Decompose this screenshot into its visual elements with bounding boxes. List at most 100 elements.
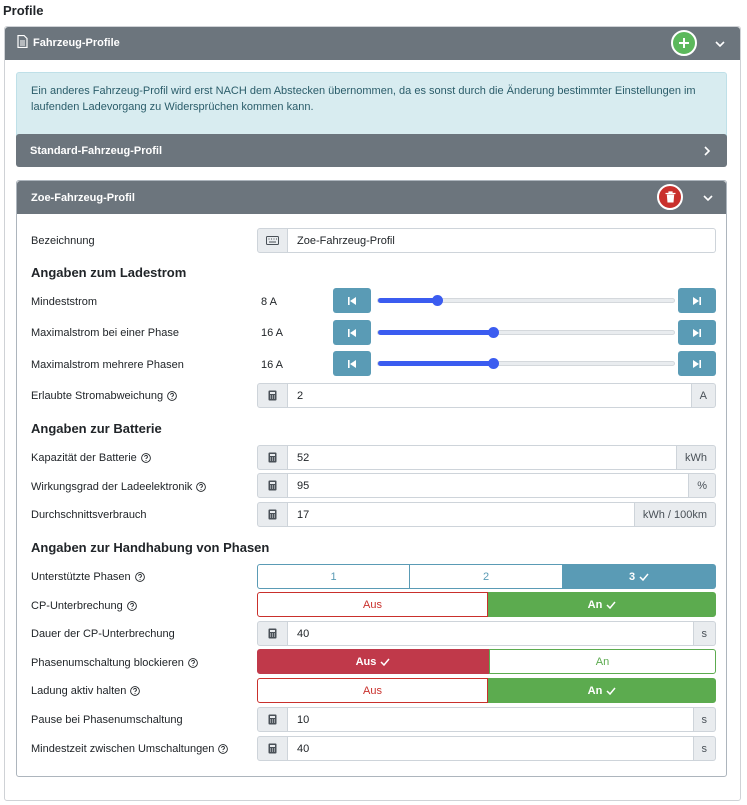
calculator-icon	[257, 621, 288, 646]
stromabweichung-input[interactable]: 2	[288, 383, 692, 408]
zoe-profile-header[interactable]: Zoe-Fahrzeug-Profil	[17, 181, 726, 214]
help-icon[interactable]	[134, 572, 145, 582]
pause-label: Pause bei Phasenumschaltung	[31, 714, 183, 726]
chevron-right-icon[interactable]	[701, 145, 713, 157]
max-eine-phase-label: Maximalstrom bei einer Phase	[31, 327, 179, 339]
mindestzeit-label: Mindestzeit zwischen Umschaltungen	[31, 743, 229, 755]
max-eine-phase-slider[interactable]	[377, 327, 675, 338]
mindeststrom-decrease-button[interactable]	[333, 288, 371, 313]
phasen-section-title: Angaben zur Handhabung von Phasen	[31, 540, 270, 555]
chevron-down-icon[interactable]	[714, 38, 726, 50]
mindeststrom-slider[interactable]	[377, 295, 675, 306]
mindestzeit-input[interactable]: 40	[288, 736, 694, 761]
mindestzeit-input-group: 40 s	[257, 736, 716, 761]
calculator-icon	[257, 445, 288, 470]
max-mehrere-phasen-decrease-button[interactable]	[333, 351, 371, 376]
trash-icon	[665, 191, 675, 203]
wirkungsgrad-input-group: 95 %	[257, 473, 716, 498]
max-eine-phase-decrease-button[interactable]	[333, 320, 371, 345]
skip-back-icon	[348, 296, 356, 305]
ladung-aktiv-aus-button[interactable]: Aus	[257, 678, 488, 703]
add-profile-button[interactable]	[671, 30, 697, 56]
ladestrom-section-title: Angaben zum Ladestrom	[31, 265, 187, 280]
max-mehrere-phasen-label: Maximalstrom mehrere Phasen	[31, 359, 184, 371]
mindeststrom-value: 8 A	[261, 296, 277, 308]
help-icon[interactable]	[167, 391, 177, 401]
calculator-icon	[257, 383, 288, 408]
standard-profile-title: Standard-Fahrzeug-Profil	[30, 145, 163, 157]
cp-unterbrechung-aus-button[interactable]: Aus	[257, 592, 488, 617]
mindeststrom-increase-button[interactable]	[678, 288, 716, 313]
bezeichnung-input[interactable]: Zoe-Fahrzeug-Profil	[288, 228, 716, 253]
kapazitaet-input-group: 52 kWh	[257, 445, 716, 470]
check-icon	[380, 658, 390, 666]
ladung-aktiv-an-button[interactable]: An	[488, 678, 716, 703]
skip-back-icon	[348, 328, 356, 337]
vehicle-profiles-card: Fahrzeug-Profile Ein anderes Fahrzeug-Pr…	[4, 26, 741, 801]
phase-1-button[interactable]: 1	[257, 564, 410, 589]
cp-unterbrechung-an-button[interactable]: An	[488, 592, 716, 617]
help-icon[interactable]	[196, 482, 207, 492]
check-icon	[606, 687, 616, 695]
slider-fill	[378, 330, 494, 335]
help-icon[interactable]	[126, 601, 137, 611]
umschaltung-blockieren-an-button[interactable]: An	[489, 649, 716, 674]
slider-thumb[interactable]	[488, 327, 500, 338]
umschaltung-blockieren-aus-button[interactable]: Aus	[257, 649, 489, 674]
slider-fill	[378, 298, 438, 303]
max-eine-phase-value: 16 A	[261, 327, 284, 339]
check-icon	[639, 573, 649, 581]
skip-back-icon	[348, 359, 356, 368]
chevron-down-icon[interactable]	[702, 192, 714, 204]
stromabweichung-label: Erlaubte Stromabweichung	[31, 390, 177, 402]
help-icon[interactable]	[188, 658, 198, 668]
unterstuetzte-phasen-label: Unterstützte Phasen	[31, 571, 145, 583]
verbrauch-input[interactable]: 17	[288, 502, 635, 527]
skip-forward-icon	[693, 328, 701, 337]
help-icon[interactable]	[130, 686, 141, 696]
cp-unterbrechung-toggle: Aus An	[257, 592, 716, 617]
ladung-aktiv-toggle: Aus An	[257, 678, 716, 703]
help-icon[interactable]	[218, 744, 229, 754]
stromabweichung-unit: A	[691, 383, 716, 408]
wirkungsgrad-label: Wirkungsgrad der Ladeelektronik	[31, 481, 207, 493]
max-mehrere-phasen-slider[interactable]	[377, 358, 675, 369]
bezeichnung-label: Bezeichnung	[31, 235, 95, 247]
cp-dauer-unit: s	[693, 621, 716, 646]
unterstuetzte-phasen-buttons: 1 2 3	[257, 564, 716, 589]
page-title: Profile	[3, 3, 44, 18]
cp-unterbrechung-label: CP-Unterbrechung	[31, 600, 137, 612]
standard-profile-header[interactable]: Standard-Fahrzeug-Profil	[16, 134, 727, 167]
stromabweichung-input-group: 2 A	[257, 383, 716, 408]
bezeichnung-input-group: Zoe-Fahrzeug-Profil	[257, 228, 716, 253]
plus-icon	[679, 38, 689, 48]
ladung-aktiv-label: Ladung aktiv halten	[31, 685, 141, 697]
wirkungsgrad-unit: %	[689, 473, 716, 498]
calculator-icon	[257, 736, 288, 761]
cp-dauer-input-group: 40 s	[257, 621, 716, 646]
calculator-icon	[257, 502, 288, 527]
zoe-profile-card: Zoe-Fahrzeug-Profil Bezeichnung Zoe-Fahr…	[16, 180, 727, 777]
pause-input[interactable]: 10	[288, 707, 694, 732]
max-mehrere-phasen-value: 16 A	[261, 359, 284, 371]
delete-profile-button[interactable]	[657, 184, 683, 210]
mindeststrom-label: Mindeststrom	[31, 296, 98, 308]
cp-dauer-input[interactable]: 40	[288, 621, 694, 646]
verbrauch-input-group: 17 kWh / 100km	[257, 502, 716, 527]
max-eine-phase-increase-button[interactable]	[678, 320, 716, 345]
kapazitaet-input[interactable]: 52	[288, 445, 677, 470]
slider-thumb[interactable]	[432, 295, 444, 306]
help-icon[interactable]	[140, 453, 151, 463]
kapazitaet-label: Kapazität der Batterie	[31, 452, 151, 464]
phase-2-button[interactable]: 2	[410, 564, 563, 589]
skip-forward-icon	[693, 296, 701, 305]
slider-thumb[interactable]	[488, 358, 500, 369]
wirkungsgrad-input[interactable]: 95	[288, 473, 690, 498]
max-mehrere-phasen-increase-button[interactable]	[678, 351, 716, 376]
umschaltung-blockieren-toggle: Aus An	[257, 649, 716, 674]
calculator-icon	[257, 473, 288, 498]
batterie-section-title: Angaben zur Batterie	[31, 421, 162, 436]
vehicle-profiles-header[interactable]: Fahrzeug-Profile	[5, 27, 740, 60]
kapazitaet-unit: kWh	[677, 445, 716, 470]
phase-3-button[interactable]: 3	[563, 564, 716, 589]
